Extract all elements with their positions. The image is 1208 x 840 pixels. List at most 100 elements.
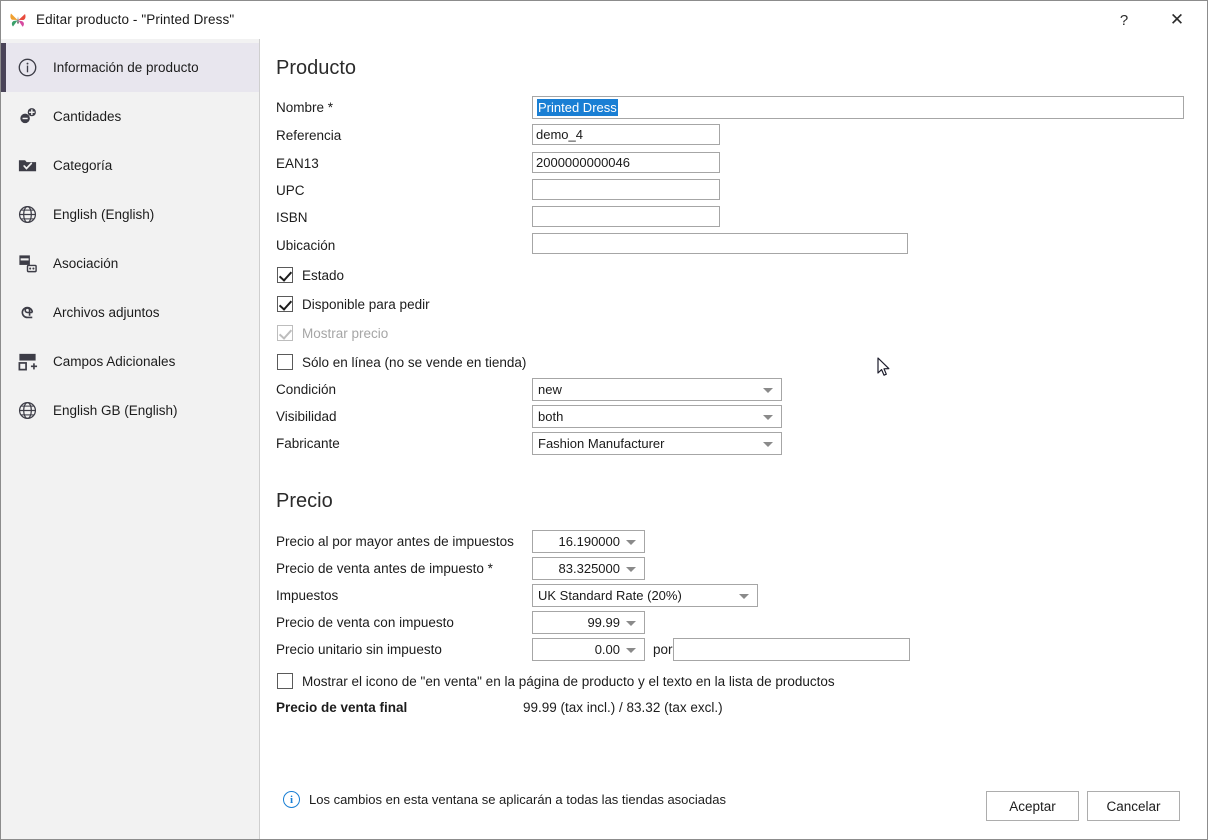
- checkbox-label: Mostrar el icono de "en venta" en la pág…: [302, 673, 835, 689]
- chevron-down-icon: [626, 539, 636, 545]
- upc-label: UPC: [276, 183, 305, 198]
- ubicacion-input[interactable]: [532, 233, 908, 254]
- fabricante-label: Fabricante: [276, 436, 340, 451]
- checkbox-box[interactable]: [277, 354, 293, 370]
- chevron-down-icon: [763, 387, 773, 393]
- precio-mayor-value: 16.190000: [558, 534, 620, 549]
- precio-venta-excl-spinbox[interactable]: 83.325000: [532, 557, 645, 580]
- ubicacion-label: Ubicación: [276, 238, 336, 253]
- butterfly-icon: [8, 10, 28, 30]
- precio-venta-incl-value: 99.99: [587, 615, 620, 630]
- chevron-down-icon: [763, 441, 773, 447]
- fabricante-select[interactable]: Fashion Manufacturer: [532, 432, 782, 455]
- help-button[interactable]: ?: [1101, 1, 1147, 39]
- mouse-cursor: [877, 357, 891, 377]
- precio-unitario-spinbox[interactable]: 0.00: [532, 638, 645, 661]
- field-row-isbn: ISBN: [276, 210, 308, 225]
- chevron-down-icon: [626, 647, 636, 653]
- checkbox-box: [277, 325, 293, 341]
- precio-mayor-spinbox[interactable]: 16.190000: [532, 530, 645, 553]
- footer-note-text: Los cambios en esta ventana se aplicarán…: [309, 792, 726, 807]
- visibilidad-value: both: [538, 409, 564, 424]
- checkbox-estado[interactable]: Estado: [277, 267, 344, 283]
- checkbox-box[interactable]: [277, 296, 293, 312]
- isbn-input[interactable]: [532, 206, 720, 227]
- field-row-visibilidad: Visibilidad: [276, 409, 337, 424]
- field-row-ubicacion: Ubicación: [276, 238, 335, 253]
- footer-note: i Los cambios en esta ventana se aplicar…: [283, 791, 726, 808]
- field-row-condicion: Condición: [276, 382, 336, 397]
- window-controls: ? ✕: [1101, 1, 1207, 39]
- field-row-nombre: Nombre *: [276, 100, 333, 115]
- globe-icon: [15, 399, 39, 423]
- sidebar-item-archivos-adjuntos[interactable]: Archivos adjuntos: [1, 288, 259, 337]
- sidebar-item-categoria[interactable]: Categoría: [1, 141, 259, 190]
- checkbox-label: Mostrar precio: [302, 325, 389, 341]
- nombre-input[interactable]: Printed Dress: [532, 96, 1184, 119]
- checkbox-label: Estado: [302, 267, 345, 283]
- impuestos-label: Impuestos: [276, 588, 339, 603]
- impuestos-select[interactable]: UK Standard Rate (20%): [532, 584, 758, 607]
- paperclip-icon: [15, 301, 39, 325]
- sidebar-item-campos-adicionales[interactable]: Campos Adicionales: [1, 337, 259, 386]
- cancel-button[interactable]: Cancelar: [1087, 791, 1180, 821]
- isbn-label: ISBN: [276, 210, 308, 225]
- info-circle-icon: [15, 56, 39, 80]
- globe-icon: [15, 203, 39, 227]
- checkbox-label: Disponible para pedir: [302, 296, 430, 312]
- field-row-ean13: EAN13: [276, 156, 319, 171]
- quantities-icon: [15, 105, 39, 129]
- sidebar-item-informacion-de-producto[interactable]: Información de producto: [1, 43, 259, 92]
- condicion-label: Condición: [276, 382, 337, 397]
- checkbox-mostrar-icono-en-venta[interactable]: Mostrar el icono de "en venta" en la pág…: [277, 673, 835, 689]
- nombre-label: Nombre *: [276, 100, 334, 115]
- checkbox-label: Sólo en línea (no se vende en tienda): [302, 354, 527, 370]
- checkbox-box[interactable]: [277, 673, 293, 689]
- association-icon: [15, 252, 39, 276]
- impuestos-value: UK Standard Rate (20%): [538, 588, 682, 603]
- precio-venta-final-label: Precio de venta final: [276, 700, 408, 715]
- precio-venta-excl-label: Precio de venta antes de impuesto *: [276, 561, 493, 576]
- upc-input[interactable]: [532, 179, 720, 200]
- edit-product-dialog: Editar producto - "Printed Dress" ? ✕ In…: [0, 0, 1208, 840]
- checkbox-solo-en-linea[interactable]: Sólo en línea (no se vende en tienda): [277, 354, 526, 370]
- por-label: por: [653, 642, 673, 657]
- sidebar-item-english-english[interactable]: English (English): [1, 190, 259, 239]
- chevron-down-icon: [739, 593, 749, 599]
- field-row-fabricante: Fabricante: [276, 436, 340, 451]
- nombre-value: Printed Dress: [537, 99, 618, 116]
- chevron-down-icon: [763, 414, 773, 420]
- field-row-precio-unitario: Precio unitario sin impuesto: [276, 642, 442, 657]
- visibilidad-select[interactable]: both: [532, 405, 782, 428]
- visibilidad-label: Visibilidad: [276, 409, 337, 424]
- accept-button[interactable]: Aceptar: [986, 791, 1079, 821]
- condicion-select[interactable]: new: [532, 378, 782, 401]
- sidebar-item-asociacion[interactable]: Asociación: [1, 239, 259, 288]
- precio-unitario-por-input[interactable]: [673, 638, 910, 661]
- chevron-down-icon: [626, 620, 636, 626]
- precio-venta-excl-value: 83.325000: [558, 561, 620, 576]
- referencia-input[interactable]: [532, 124, 720, 145]
- ean13-label: EAN13: [276, 156, 319, 171]
- precio-section-title: Precio: [276, 490, 333, 512]
- checkbox-disponible-para-pedir[interactable]: Disponible para pedir: [277, 296, 430, 312]
- checkbox-box[interactable]: [277, 267, 293, 283]
- info-circle-icon: i: [283, 791, 300, 808]
- chevron-down-icon: [626, 566, 636, 572]
- sidebar-item-label: Categoría: [53, 158, 113, 173]
- referencia-label: Referencia: [276, 128, 342, 143]
- sidebar-item-label: Asociación: [53, 256, 119, 271]
- close-button[interactable]: ✕: [1147, 1, 1207, 39]
- ean13-input[interactable]: [532, 152, 720, 173]
- field-row-precio-mayor: Precio al por mayor antes de impuestos: [276, 534, 514, 549]
- sidebar-item-cantidades[interactable]: Cantidades: [1, 92, 259, 141]
- checkbox-mostrar-precio: Mostrar precio: [277, 325, 388, 341]
- field-row-referencia: Referencia: [276, 128, 341, 143]
- precio-unitario-value: 0.00: [594, 642, 620, 657]
- field-row-precio-venta-excl: Precio de venta antes de impuesto *: [276, 561, 493, 576]
- sidebar-item-label: Cantidades: [53, 109, 122, 124]
- precio-venta-incl-label: Precio de venta con impuesto: [276, 615, 454, 630]
- precio-venta-incl-spinbox[interactable]: 99.99: [532, 611, 645, 634]
- sidebar-item-english-gb-english[interactable]: English GB (English): [1, 386, 259, 435]
- main-panel: Producto Nombre * Printed Dress Referenc…: [260, 39, 1207, 839]
